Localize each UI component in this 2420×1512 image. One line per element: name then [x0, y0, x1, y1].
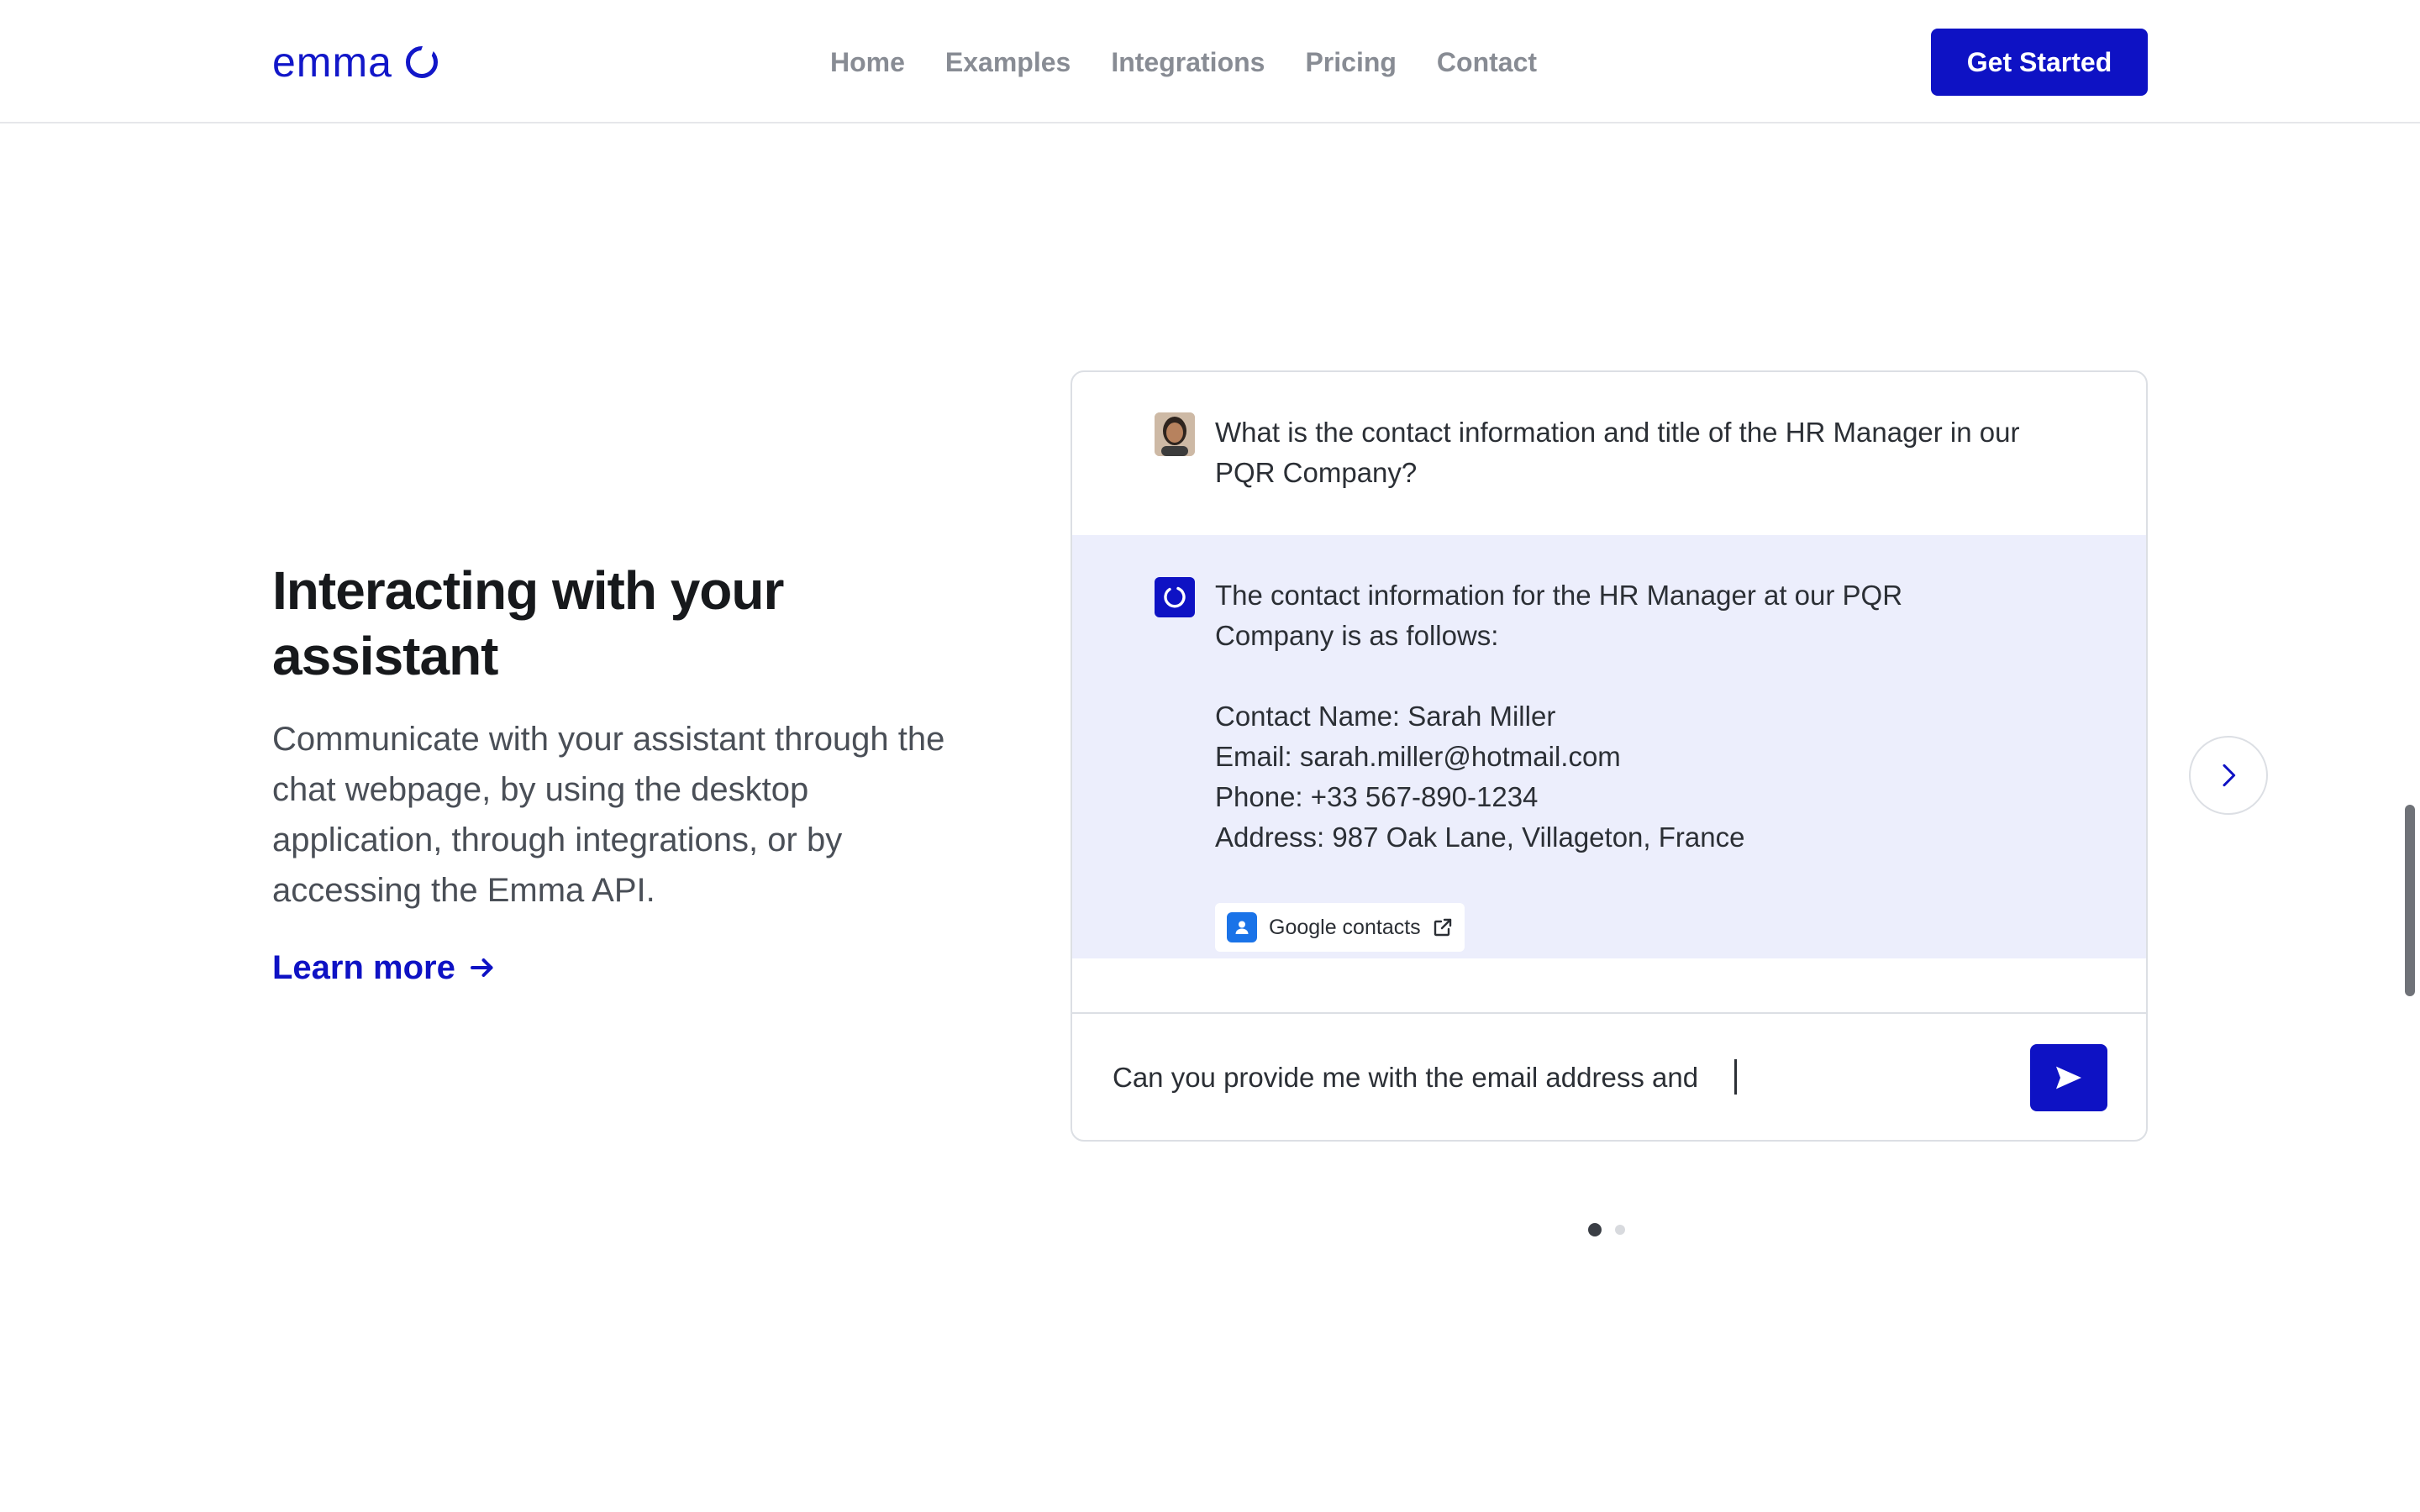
section-description: Communicate with your assistant through …	[272, 721, 945, 909]
message-composer	[1072, 1012, 2146, 1140]
logo[interactable]: emma	[272, 39, 438, 86]
user-message: What is the contact information and titl…	[1072, 372, 2146, 535]
email-line: Email: sarah.miller@hotmail.com	[1215, 741, 1621, 772]
send-button[interactable]	[2030, 1044, 2107, 1111]
chat-demo-card: What is the contact information and titl…	[1071, 370, 2148, 1142]
contacts-icon	[1227, 912, 1257, 942]
learn-more-link[interactable]: Learn more	[272, 944, 497, 991]
get-started-button[interactable]: Get Started	[1931, 29, 2148, 96]
arrow-right-icon	[470, 958, 493, 977]
section-title: Interacting with your assistant	[272, 560, 784, 686]
message-input[interactable]	[1113, 1054, 2003, 1101]
user-message-text: What is the contact information and titl…	[1215, 417, 2020, 488]
google-contacts-source-chip[interactable]: Google contacts	[1215, 903, 1465, 952]
external-link-icon	[1434, 918, 1451, 937]
carousel-next-button[interactable]	[2189, 736, 2268, 815]
nav-pricing[interactable]: Pricing	[1305, 44, 1396, 81]
carousel-dots	[1588, 1223, 1625, 1236]
emma-assistant-icon	[1155, 577, 1195, 617]
send-icon	[2056, 1066, 2081, 1089]
assistant-intro: The contact information for the HR Manag…	[1215, 580, 1903, 651]
contact-name-line: Contact Name: Sarah Miller	[1215, 701, 1556, 732]
logo-text: emma	[272, 39, 392, 86]
main-nav: Home Examples Integrations Pricing Conta…	[830, 44, 1537, 81]
user-avatar	[1155, 412, 1195, 456]
assistant-message-text: The contact information for the HR Manag…	[1215, 575, 2022, 858]
text-caret	[1734, 1059, 1737, 1095]
nav-contact[interactable]: Contact	[1437, 44, 1537, 81]
logo-ring-icon	[405, 46, 438, 78]
learn-more-label: Learn more	[272, 949, 455, 986]
scrollbar-thumb[interactable]	[2405, 805, 2415, 996]
source-label: Google contacts	[1269, 915, 1421, 939]
chevron-right-icon	[2223, 764, 2236, 787]
nav-integrations[interactable]: Integrations	[1111, 44, 1265, 81]
nav-examples[interactable]: Examples	[945, 44, 1071, 81]
site-header: emma Home Examples Integrations Pricing …	[0, 0, 2420, 123]
nav-home[interactable]: Home	[830, 44, 905, 81]
assistant-message: The contact information for the HR Manag…	[1072, 535, 2146, 958]
phone-line: Phone: +33 567-890-1234	[1215, 781, 1539, 812]
address-line: Address: 987 Oak Lane, Villageton, Franc…	[1215, 822, 1745, 853]
carousel-dot-2[interactable]	[1615, 1225, 1625, 1235]
carousel-dot-1[interactable]	[1588, 1223, 1602, 1236]
